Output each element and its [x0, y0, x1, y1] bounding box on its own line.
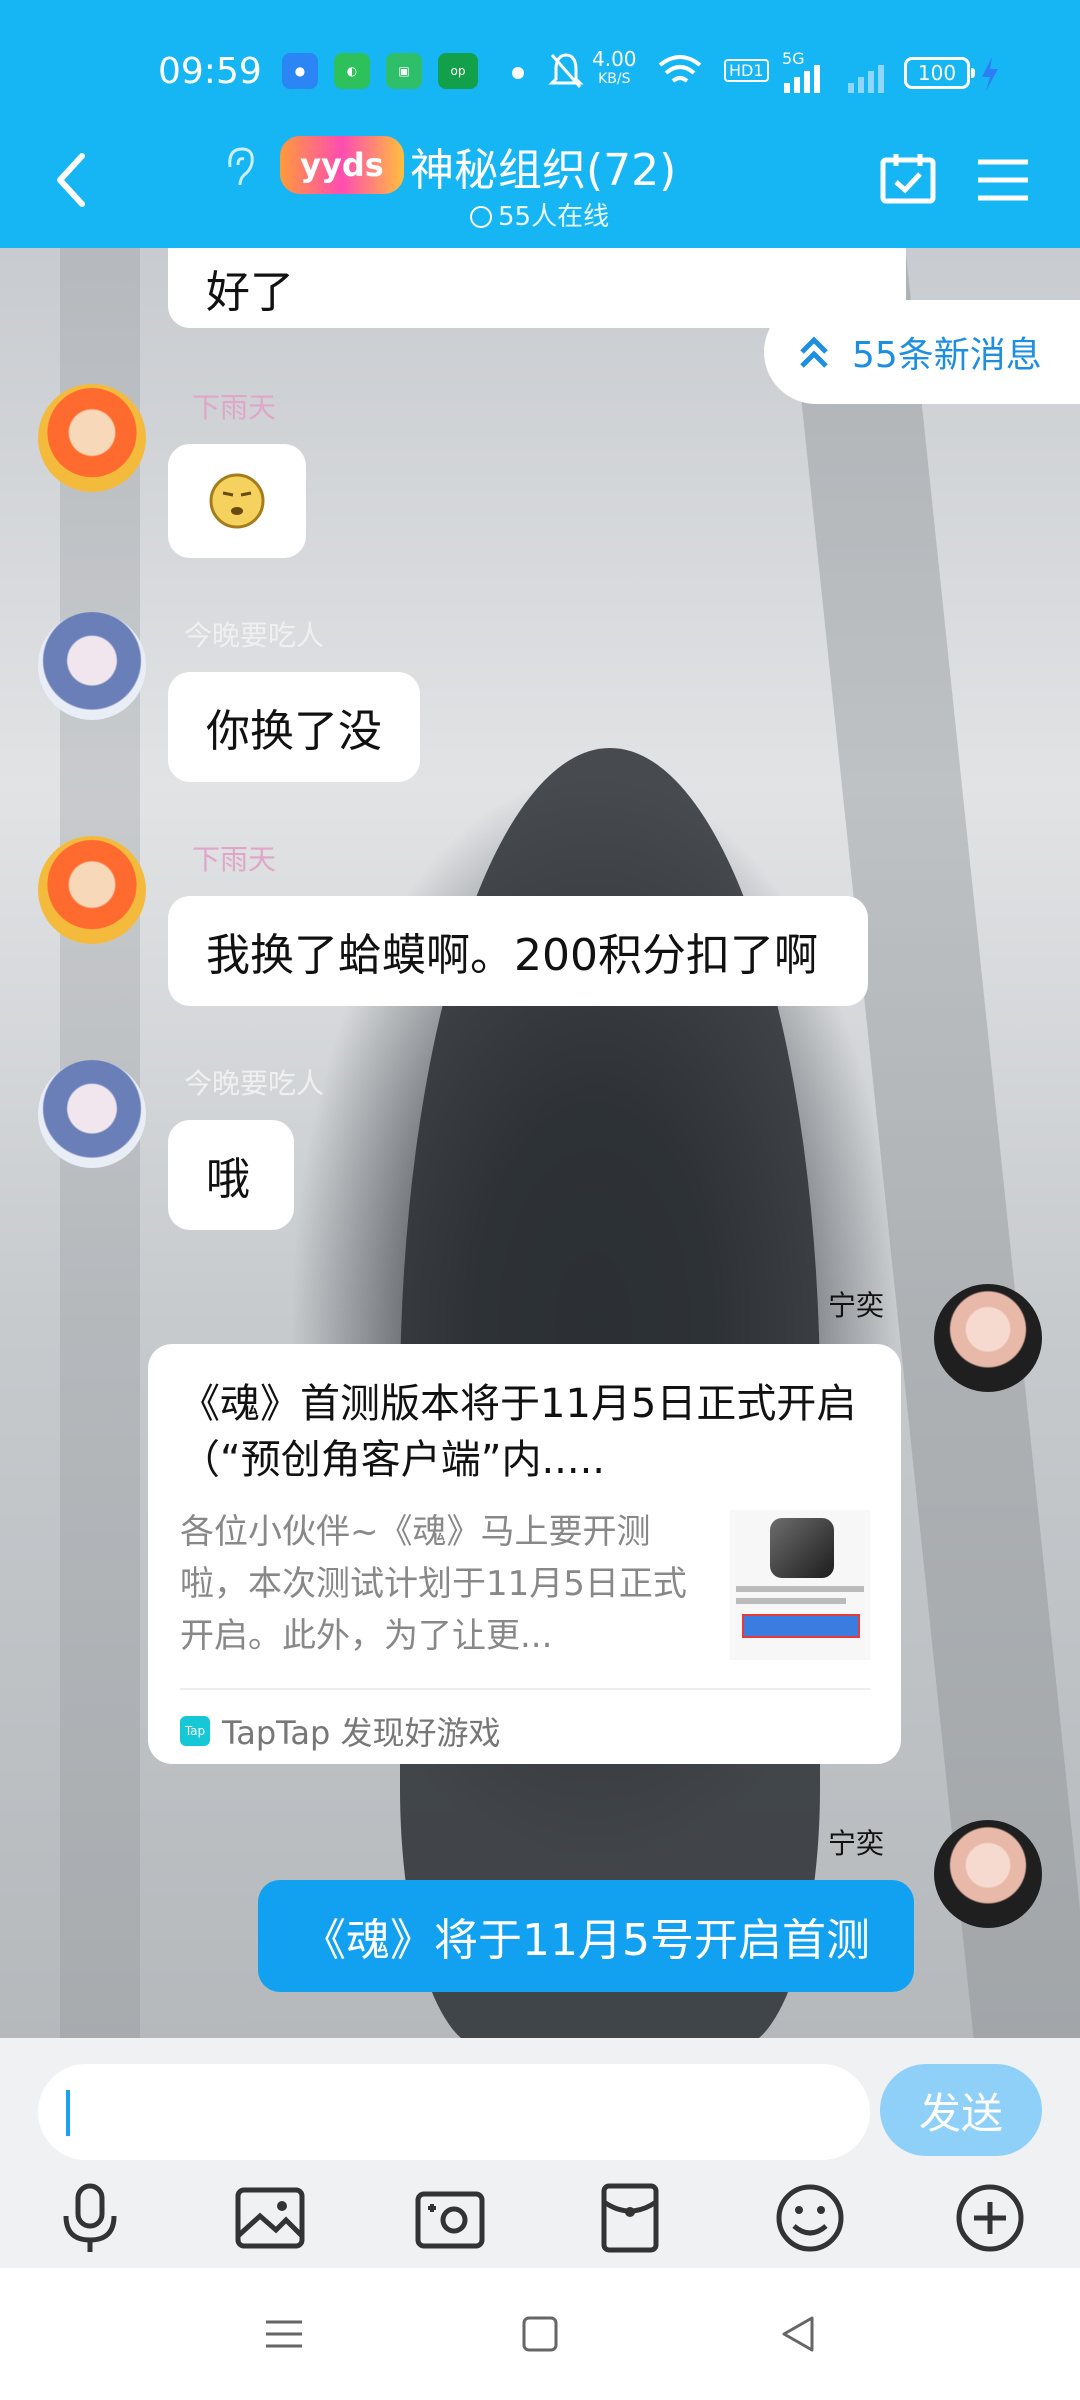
card-title: 《魂》首测版本将于11月5日正式开启（“预创角客户端”内..... [180, 1381, 857, 1483]
signal-icon [784, 65, 820, 93]
notification-dot-icon [512, 67, 524, 79]
wifi-icon [658, 55, 702, 83]
sender-name: 下雨天 [192, 391, 277, 424]
sender-name: 今晚要吃人 [184, 619, 325, 652]
sender-name: 宁奕 [828, 1289, 885, 1322]
chat-header: 09:59 ● ◐ ▣ op 4.00 KB/S HD1 5G 100 yyds… [0, 0, 1080, 248]
back-nav-icon[interactable] [776, 2312, 820, 2356]
status-bar: 09:59 ● ◐ ▣ op 4.00 KB/S HD1 5G 100 [0, 45, 1080, 101]
chat-area[interactable] [0, 248, 1080, 2038]
home-nav-icon[interactable] [518, 2312, 562, 2356]
message-bubble-self[interactable]: 《魂》将于11月5号开启首测 [258, 1880, 914, 1992]
avatar[interactable] [38, 836, 146, 944]
card-thumbnail [730, 1510, 870, 1660]
message-bubble[interactable]: 哦 [168, 1120, 294, 1230]
online-icon [470, 206, 492, 228]
background-tree [785, 248, 1080, 2038]
divider [180, 1688, 870, 1690]
oppo-app-icon: op [438, 53, 478, 89]
wechat-icon: ◐ [334, 53, 370, 89]
card-description: 各位小伙伴~《魂》马上要开测啦，本次测试计划于11月5日正式开启。此外，为了让更… [180, 1512, 687, 1656]
image-icon[interactable] [232, 2180, 308, 2256]
link-card[interactable]: 《魂》首测版本将于11月5日正式开启（“预创角客户端”内..... 各位小伙伴~… [148, 1344, 901, 1764]
network-speed: 4.00 KB/S [592, 47, 637, 87]
menu-nav-icon[interactable] [262, 2312, 306, 2356]
mute-bell-icon [548, 53, 584, 88]
menu-icon[interactable] [976, 158, 1030, 202]
game-logo-icon [770, 1518, 834, 1578]
signal-2-icon [848, 65, 884, 93]
status-time: 09:59 [158, 51, 262, 92]
red-packet-icon[interactable] [592, 2180, 668, 2256]
avatar[interactable] [934, 1284, 1042, 1392]
online-count: 55人在线 [470, 196, 609, 233]
app-notification-icon: ● [282, 53, 318, 89]
double-up-arrow-icon [800, 336, 828, 368]
avatar[interactable] [38, 612, 146, 720]
group-title[interactable]: 神秘组织(72) [410, 134, 676, 198]
camera-icon[interactable] [412, 2180, 488, 2256]
system-nav-bar [0, 2268, 1080, 2400]
send-button[interactable]: 发送 [880, 2064, 1042, 2156]
ear-icon[interactable] [220, 145, 260, 189]
taptap-logo-icon: Tap [180, 1716, 210, 1746]
sender-name: 宁奕 [828, 1827, 885, 1860]
charging-icon [982, 57, 998, 91]
battery-indicator: 100 [904, 57, 975, 89]
text-cursor [66, 2090, 70, 2136]
calendar-check-icon[interactable] [880, 152, 936, 204]
hd-indicator: HD1 [724, 59, 769, 82]
new-messages-button[interactable]: 55条新消息 [764, 300, 1080, 404]
message-bubble[interactable]: 你换了没 [168, 672, 420, 782]
avatar[interactable] [38, 384, 146, 492]
group-badge: yyds [280, 136, 404, 194]
input-toolbar [0, 2180, 1080, 2256]
card-source: Tap TapTap 发现好游戏 [180, 1708, 501, 1754]
emoji-icon[interactable] [772, 2180, 848, 2256]
chat-app-icon: ▣ [386, 53, 422, 89]
sender-name: 今晚要吃人 [184, 1067, 325, 1100]
input-bar: 发送 [0, 2038, 1080, 2268]
sticker-emoji-icon [209, 473, 265, 529]
mic-icon[interactable] [52, 2180, 128, 2256]
message-input[interactable] [38, 2064, 870, 2160]
avatar[interactable] [934, 1820, 1042, 1928]
message-bubble[interactable] [168, 444, 306, 558]
avatar[interactable] [38, 1060, 146, 1168]
message-bubble[interactable]: 我换了蛤蟆啊。200积分扣了啊 [168, 896, 868, 1006]
back-button[interactable] [52, 150, 92, 210]
sender-name: 下雨天 [192, 843, 277, 876]
plus-icon[interactable] [952, 2180, 1028, 2256]
